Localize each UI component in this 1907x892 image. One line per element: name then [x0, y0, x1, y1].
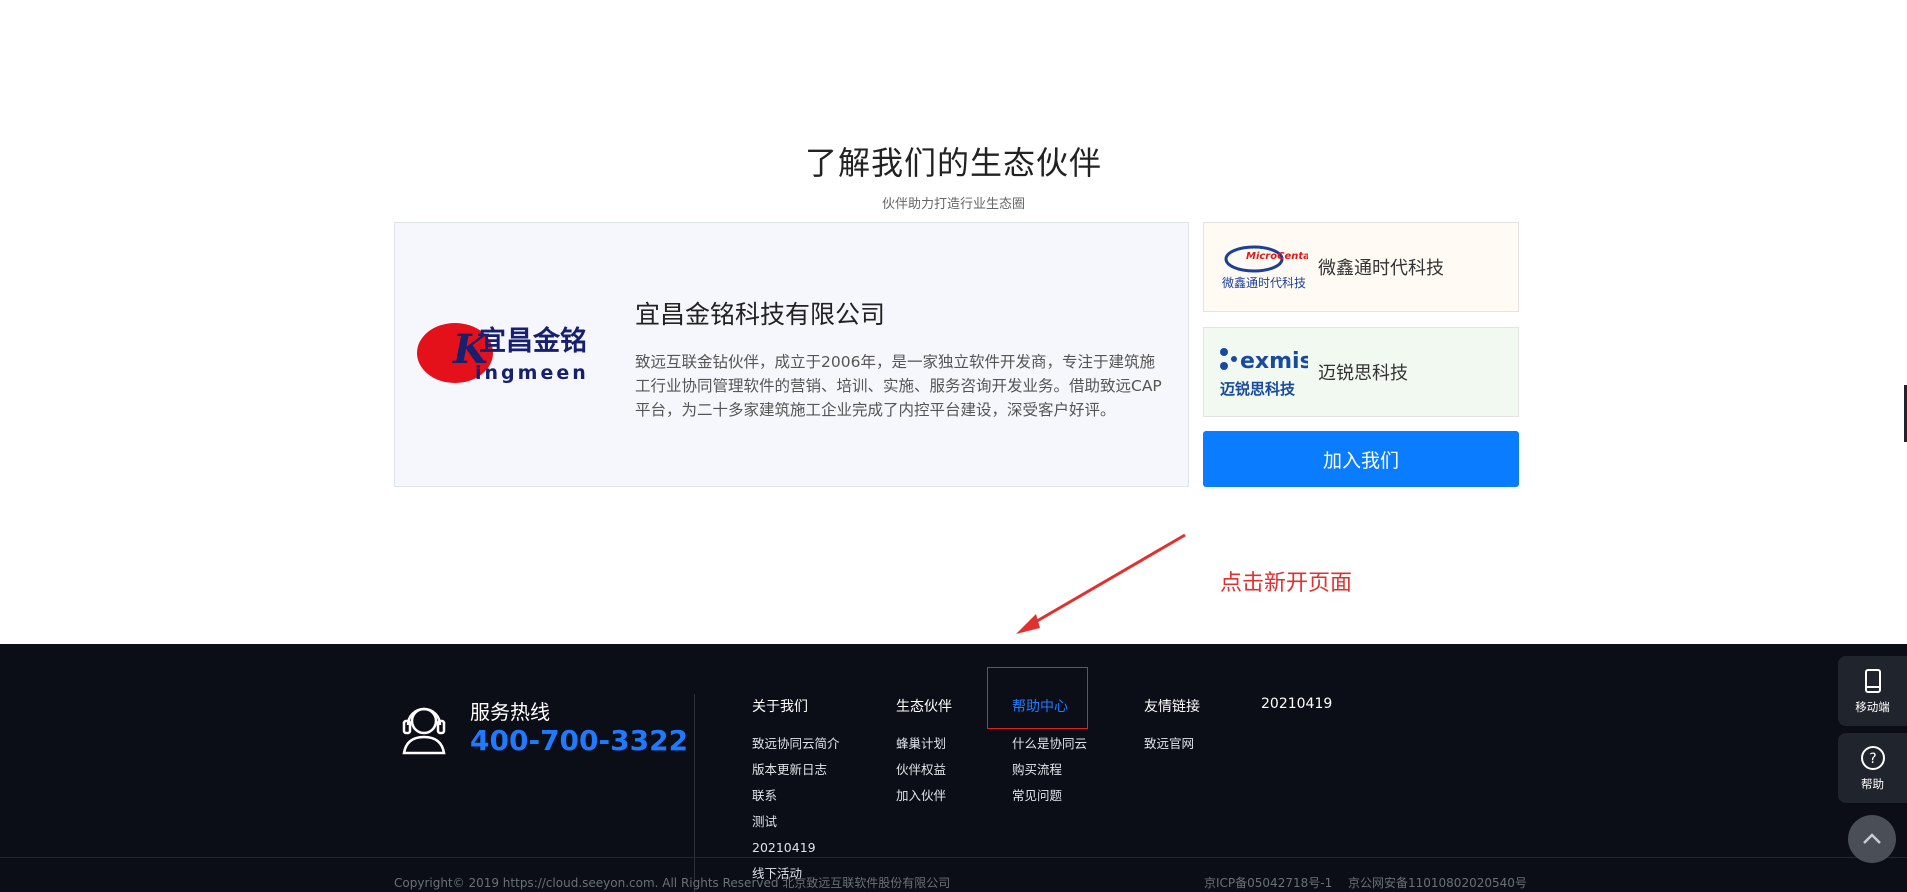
footer-link[interactable]: 购买流程: [1012, 757, 1087, 783]
annotation-text: 点击新开页面: [1220, 571, 1353, 596]
police-record-link[interactable]: 京公网安备11010802020540号: [1348, 874, 1527, 891]
help-label: 帮助: [1861, 777, 1884, 791]
partner-card-microcental[interactable]: MicroCental 微鑫通时代科技 微鑫通时代科技: [1203, 222, 1519, 312]
svg-text:宜昌金铭: 宜昌金铭: [479, 325, 587, 357]
exmis-logo: exmis 迈锐思科技: [1220, 348, 1308, 398]
footer-column-title[interactable]: 20210419: [1261, 696, 1332, 712]
footer-column-title[interactable]: 关于我们: [752, 696, 840, 716]
footer-link[interactable]: 常见问题: [1012, 783, 1087, 809]
featured-partner-description: 致远互联金钻伙伴，成立于2006年，是一家独立软件开发商，专注于建筑施工行业协同…: [635, 353, 1162, 419]
svg-text:exmis: exmis: [1240, 349, 1308, 374]
footer-column-title[interactable]: 友情链接: [1144, 696, 1200, 716]
footer-link[interactable]: 测试: [752, 809, 840, 835]
footer-column-help: 帮助中心 什么是协同云 购买流程 常见问题: [1012, 696, 1087, 809]
footer-column-title-help-center[interactable]: 帮助中心: [1012, 696, 1087, 716]
mobile-icon: [1864, 669, 1881, 693]
chevron-up-icon: [1863, 833, 1881, 844]
help-float-button[interactable]: ? 帮助: [1838, 733, 1907, 803]
footer-link[interactable]: 致远协同云简介: [752, 731, 840, 757]
footer-link[interactable]: 伙伴权益: [896, 757, 952, 783]
headset-icon: [402, 707, 446, 755]
partner-name: 微鑫通时代科技: [1318, 258, 1444, 279]
footer-divider: [694, 694, 695, 892]
footer: 服务热线 400-700-3322 关于我们 致远协同云简介 版本更新日志 联系…: [0, 644, 1907, 892]
hotline-number[interactable]: 400-700-3322: [470, 724, 688, 757]
footer-link[interactable]: 致远官网: [1144, 731, 1200, 757]
svg-text:迈锐思科技: 迈锐思科技: [1220, 380, 1296, 398]
footer-link[interactable]: 什么是协同云: [1012, 731, 1087, 757]
hotline-label: 服务热线: [470, 700, 550, 724]
featured-partner-card[interactable]: K 宜昌金铭 ingmeen 宜昌金铭科技有限公司 致远互联金钻伙伴，成立于20…: [394, 222, 1189, 487]
icp-link[interactable]: 京ICP备05042718号-1: [1204, 874, 1332, 891]
mobile-float-button[interactable]: 移动端: [1838, 656, 1907, 726]
footer-column-about: 关于我们 致远协同云简介 版本更新日志 联系 测试 20210419 线下活动: [752, 696, 840, 887]
footer-link[interactable]: 联系: [752, 783, 840, 809]
svg-text:微鑫通时代科技: 微鑫通时代科技: [1222, 275, 1306, 290]
partner-name: 迈锐思科技: [1318, 363, 1408, 384]
section-subtitle: 伙伴助力打造行业生态圈: [881, 197, 1025, 212]
svg-text:?: ?: [1869, 751, 1876, 767]
footer-column-partners: 生态伙伴 蜂巢计划 伙伴权益 加入伙伴: [896, 696, 952, 809]
help-icon: ?: [1860, 746, 1885, 770]
join-us-button[interactable]: 加入我们: [1203, 431, 1519, 487]
footer-link[interactable]: 版本更新日志: [752, 757, 840, 783]
featured-partner-name: 宜昌金铭科技有限公司: [635, 300, 886, 329]
microcental-logo: MicroCental 微鑫通时代科技: [1222, 245, 1308, 290]
footer-column-extra: 20210419: [1261, 696, 1332, 727]
svg-text:MicroCental: MicroCental: [1246, 251, 1308, 262]
footer-link[interactable]: 蜂巢计划: [896, 731, 952, 757]
mobile-label: 移动端: [1855, 700, 1890, 714]
footer-column-links: 友情链接 致远官网: [1144, 696, 1200, 757]
section-title: 了解我们的生态伙伴: [804, 144, 1102, 182]
footer-bottom-divider: [0, 857, 1907, 858]
copyright-text: Copyright© 2019 https://cloud.seeyon.com…: [394, 876, 951, 890]
back-to-top-button[interactable]: [1848, 815, 1896, 863]
kingmeen-logo: K 宜昌金铭 ingmeen: [417, 323, 589, 384]
footer-column-title[interactable]: 生态伙伴: [896, 696, 952, 716]
partner-card-exmis[interactable]: exmis 迈锐思科技 迈锐思科技: [1203, 327, 1519, 417]
svg-text:ingmeen: ingmeen: [475, 362, 589, 384]
footer-link[interactable]: 加入伙伴: [896, 783, 952, 809]
